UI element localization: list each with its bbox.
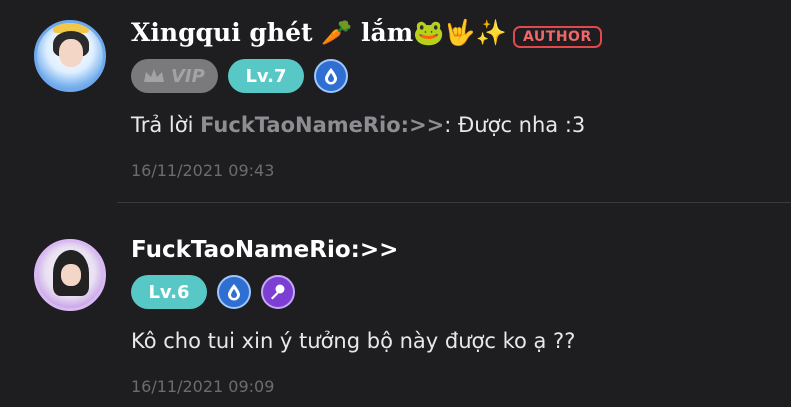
level-badge[interactable]: Lv.6 (131, 275, 207, 309)
water-drop-icon[interactable] (314, 59, 348, 93)
water-drop-icon[interactable] (217, 275, 251, 309)
reply-text: : Được nha :3 (444, 113, 586, 137)
username[interactable]: Xingqui ghét 🥕 lắm🐸🤟✨ (131, 18, 507, 48)
username[interactable]: FuckTaoNameRio:>> (131, 237, 398, 263)
avatar-face (59, 39, 83, 67)
timestamp: 16/11/2021 09:09 (131, 377, 275, 396)
reply-message: Trả lời FuckTaoNameRio:>>: Được nha :3 (131, 113, 585, 137)
crown-icon (143, 68, 165, 84)
avatar[interactable] (34, 20, 106, 92)
vip-badge[interactable]: VIP (131, 59, 218, 93)
comment-message: Kô cho tui xin ý tưởng bộ này được ko ạ … (131, 329, 576, 353)
reply-mention[interactable]: FuckTaoNameRio:>> (200, 113, 444, 137)
user-badges: Lv.6 (131, 275, 295, 309)
comment-item: FuckTaoNameRio:>> Lv.6 Kô cho tui xin ý … (0, 203, 791, 407)
timestamp: 16/11/2021 09:43 (131, 161, 275, 180)
level-badge[interactable]: Lv.7 (228, 59, 304, 93)
reply-prefix: Trả lời (131, 113, 201, 137)
user-badges: VIP Lv.7 (131, 59, 348, 93)
avatar[interactable] (34, 239, 106, 311)
comment-item: Xingqui ghét 🥕 lắm🐸🤟✨ AUTHOR VIP Lv.7 Tr… (0, 0, 791, 203)
author-badge: AUTHOR (513, 26, 602, 48)
vip-label: VIP (171, 65, 205, 87)
avatar-face (61, 264, 81, 286)
microphone-icon[interactable] (261, 275, 295, 309)
